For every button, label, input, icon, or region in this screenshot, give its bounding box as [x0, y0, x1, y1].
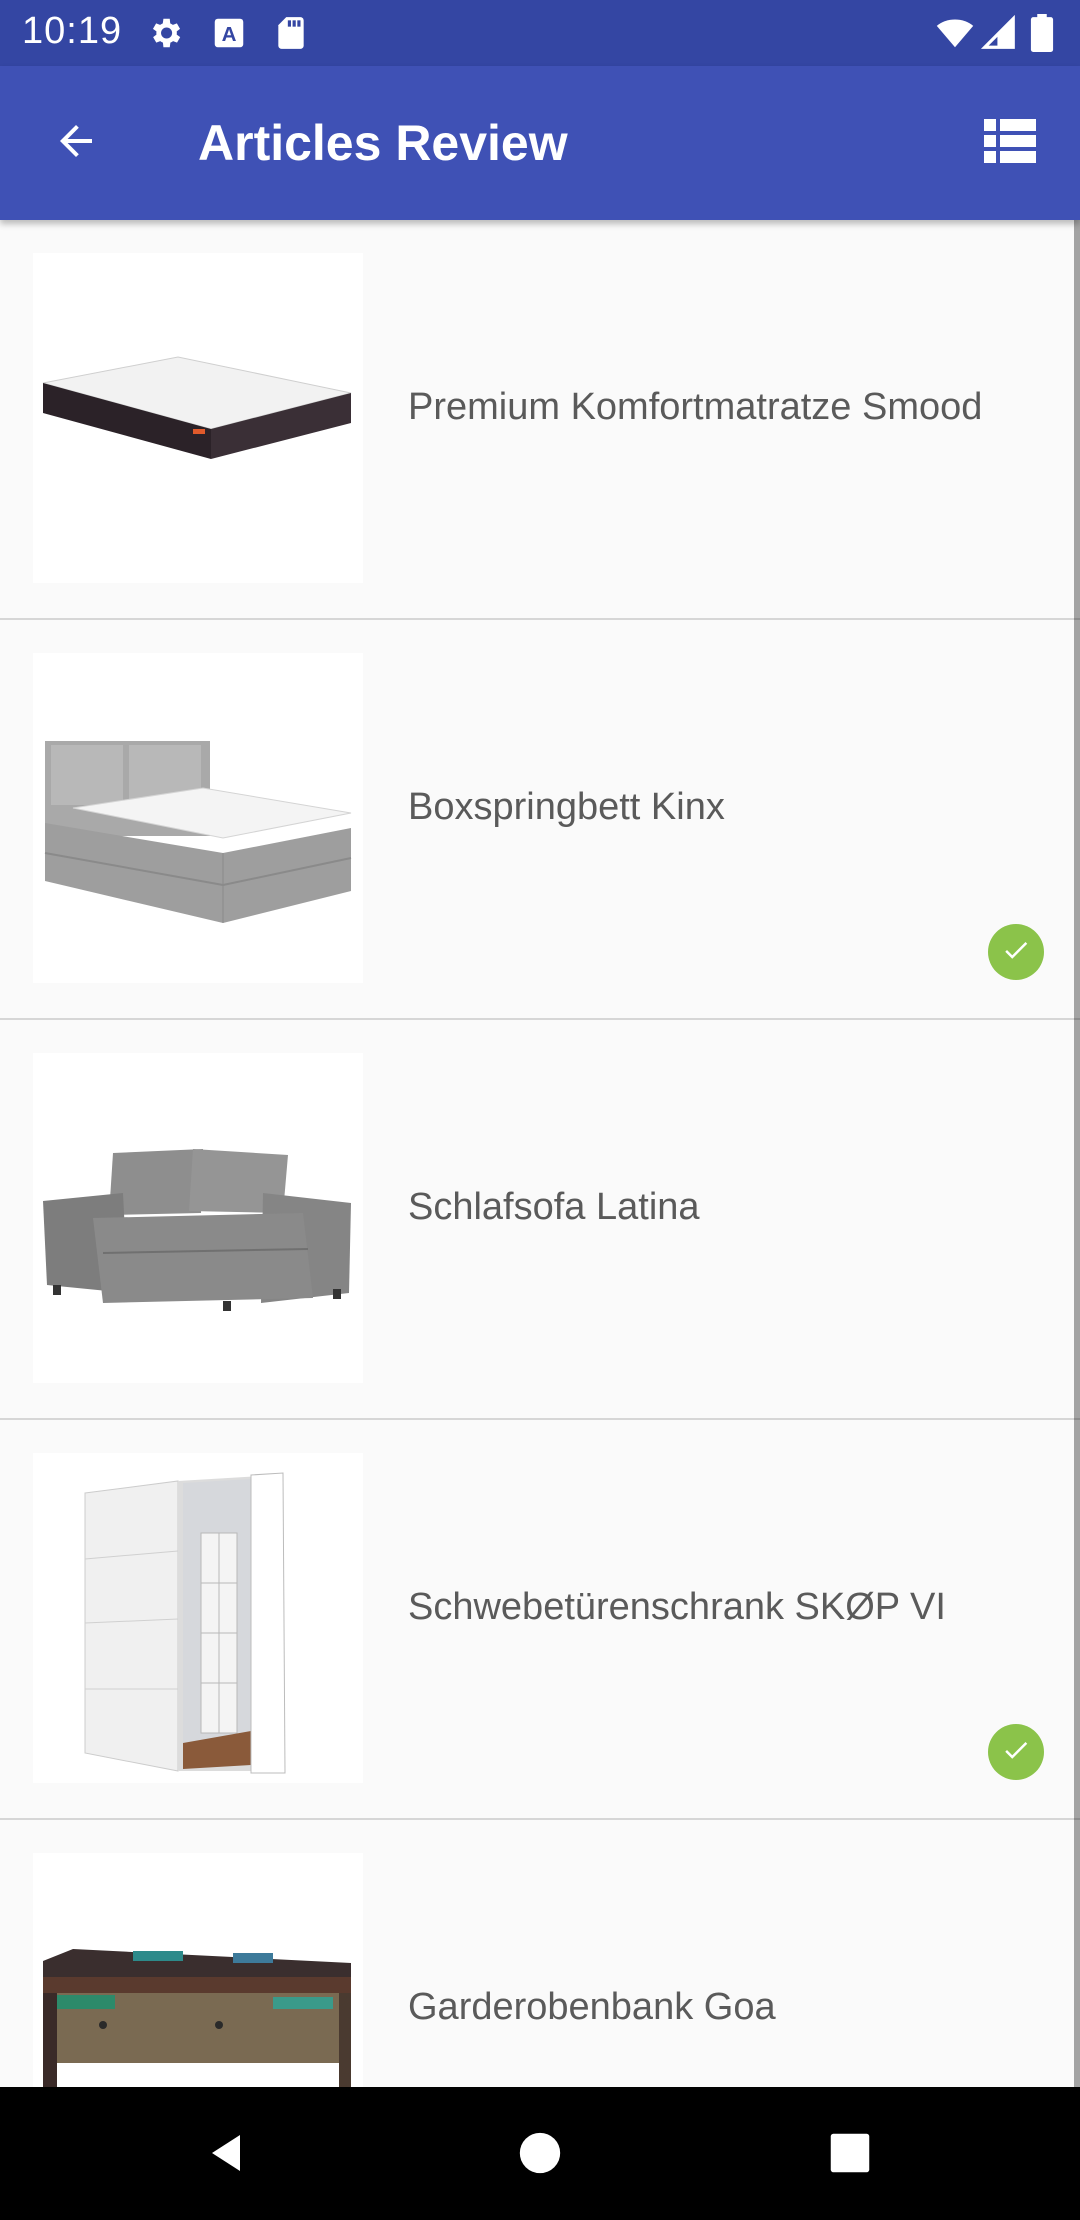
page-title: Articles Review: [198, 115, 568, 171]
arrow-left-icon: [52, 117, 100, 170]
reviewed-check-badge: [988, 924, 1044, 980]
recents-square-icon: [829, 2132, 871, 2179]
check-icon: [1001, 1735, 1031, 1770]
status-bar: 10:19 A: [0, 0, 1080, 66]
nav-recents-button[interactable]: [812, 2117, 888, 2193]
article-name: Premium Komfortmatratze Smood: [408, 386, 983, 428]
article-row[interactable]: Garderobenbank Goa: [0, 1820, 1080, 2087]
article-name: Garderobenbank Goa: [408, 1986, 776, 2028]
svg-text:A: A: [222, 23, 237, 46]
status-time: 10:19: [22, 10, 123, 52]
signal-icon: [980, 14, 1018, 52]
nav-back-button[interactable]: [188, 2117, 264, 2193]
sd-card-icon: [272, 14, 310, 52]
back-button[interactable]: [36, 103, 116, 183]
article-name: Schlafsofa Latina: [408, 1186, 700, 1228]
view-list-button[interactable]: [970, 103, 1050, 183]
article-row[interactable]: Schlafsofa Latina: [0, 1020, 1080, 1420]
article-name: Schwebetürenschrank SKØP VI: [408, 1586, 946, 1628]
reviewed-check-badge: [988, 1724, 1044, 1780]
wifi-icon: [935, 14, 974, 52]
home-circle-icon: [518, 2131, 562, 2180]
article-image-bench: [33, 1853, 363, 2087]
battery-icon: [1030, 14, 1054, 53]
article-image-mattress: [33, 253, 363, 583]
view-list-icon: [984, 118, 1036, 168]
keyboard-a-icon: A: [210, 14, 248, 52]
article-image-boxspring-bed: [33, 653, 363, 983]
system-nav-bar: [0, 2087, 1080, 2220]
check-icon: [1001, 935, 1031, 970]
articles-list[interactable]: Premium Komfortmatratze Smood Boxspringb…: [0, 220, 1080, 2087]
article-image-sofa: [33, 1053, 363, 1383]
article-row[interactable]: Boxspringbett Kinx: [0, 620, 1080, 1020]
app-bar: Articles Review: [0, 66, 1080, 220]
article-name: Boxspringbett Kinx: [408, 786, 725, 828]
nav-home-button[interactable]: [502, 2117, 578, 2193]
back-triangle-icon: [202, 2129, 250, 2182]
settings-icon: [146, 14, 184, 52]
article-row[interactable]: Premium Komfortmatratze Smood: [0, 220, 1080, 620]
scrollbar[interactable]: [1074, 220, 1080, 2087]
article-image-wardrobe: [33, 1453, 363, 1783]
article-row[interactable]: Schwebetürenschrank SKØP VI: [0, 1420, 1080, 1820]
